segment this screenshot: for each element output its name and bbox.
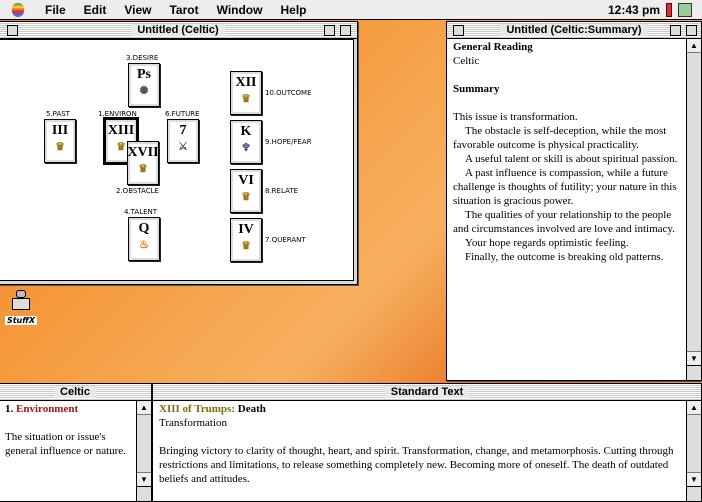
zoom-box-icon[interactable] xyxy=(324,25,335,36)
desktop-icon-label: StuffX xyxy=(4,316,38,325)
crown-icon: ♛ xyxy=(241,191,251,203)
celtic-position-text[interactable]: 1. Environment The situation or issue's … xyxy=(5,402,133,485)
card-desire[interactable]: Ps ✺ xyxy=(128,63,160,107)
label-hopefear: 9.HOPE/FEAR xyxy=(265,138,312,146)
close-box-icon[interactable] xyxy=(7,25,18,36)
label-past: 5.PAST xyxy=(46,110,70,118)
celtic-window-title: Celtic xyxy=(54,386,96,398)
position-description: The situation or issue's general influen… xyxy=(5,431,126,457)
label-obstacle: 2.OBSTACLE xyxy=(116,187,159,195)
wand-icon: ♨ xyxy=(139,239,149,251)
summary-section-title: Summary xyxy=(453,83,500,95)
resize-grip-icon[interactable] xyxy=(686,365,701,380)
pentacle-icon: ✺ xyxy=(139,85,149,97)
card-outcome[interactable]: XII ♛ xyxy=(230,71,262,115)
celtic-scrollbar[interactable]: ▲ ▼ xyxy=(136,401,151,486)
standard-window-title: Standard Text xyxy=(384,386,470,398)
menu-edit[interactable]: Edit xyxy=(75,3,116,17)
scroll-down-arrow-icon[interactable]: ▼ xyxy=(137,472,151,486)
spread-canvas: 3.DESIRE 5.PAST 1.ENVIRON 6.FUTURE 2.OBS… xyxy=(0,39,354,281)
card-future[interactable]: 7 ⚔ xyxy=(167,119,199,163)
menu-tarot[interactable]: Tarot xyxy=(160,3,207,17)
card-keyword: Transformation xyxy=(159,417,228,429)
stuffx-desktop-icon[interactable]: StuffX xyxy=(2,290,40,326)
summary-subheading: Celtic xyxy=(453,55,480,67)
position-name: Environment xyxy=(16,403,79,415)
menu-bar: File Edit View Tarot Window Help 12:43 p… xyxy=(0,0,702,20)
resize-grip-icon[interactable] xyxy=(686,486,701,501)
crown-icon: ♛ xyxy=(138,163,148,175)
card-past[interactable]: III ♛ xyxy=(44,119,76,163)
crown-icon: ♛ xyxy=(116,141,126,153)
standard-text[interactable]: XIII of Trumps: Death Transformation Bri… xyxy=(159,402,683,485)
summary-heading: General Reading xyxy=(453,41,533,53)
label-future: 6.FUTURE xyxy=(165,110,200,118)
scroll-down-arrow-icon[interactable]: ▼ xyxy=(687,472,701,486)
zoom-box-icon[interactable] xyxy=(670,25,681,36)
card-querant[interactable]: IV ♛ xyxy=(230,218,262,262)
label-environ: 1.ENVIRON xyxy=(98,110,137,118)
spread-window-title: Untitled (Celtic) xyxy=(131,24,225,36)
crown-icon: ♛ xyxy=(241,240,251,252)
summary-scrollbar[interactable]: ▲ ▼ xyxy=(686,39,701,365)
label-talent: 4.TALENT xyxy=(124,208,158,216)
label-desire: 3.DESIRE xyxy=(126,54,159,62)
spread-window: Untitled (Celtic) 3.DESIRE 5.PAST 1.ENVI… xyxy=(0,21,358,285)
standard-scrollbar[interactable]: ▲ ▼ xyxy=(686,401,701,486)
card-relate[interactable]: VI ♛ xyxy=(230,169,262,213)
card-description: Bringing victory to clarity of thought, … xyxy=(159,445,674,485)
card-title: Death xyxy=(237,403,266,415)
summary-paragraph: Finally, the outcome is breaking old pat… xyxy=(465,251,664,263)
summary-titlebar[interactable]: Untitled (Celtic:Summary) xyxy=(447,22,701,39)
standard-text-window: Standard Text XIII of Trumps: Death Tran… xyxy=(152,383,702,502)
menu-window[interactable]: Window xyxy=(208,3,272,17)
crown-icon: ♛ xyxy=(241,93,251,105)
summary-window-title: Untitled (Celtic:Summary) xyxy=(500,24,648,36)
summary-paragraph: This issue is transformation. xyxy=(453,111,578,123)
resize-grip-icon[interactable] xyxy=(136,486,151,501)
scroll-up-arrow-icon[interactable]: ▲ xyxy=(137,401,151,415)
spread-titlebar[interactable]: Untitled (Celtic) xyxy=(0,22,357,39)
summary-paragraph: The qualities of your relationship to th… xyxy=(453,209,675,235)
battery-icon xyxy=(666,2,672,17)
menu-file[interactable]: File xyxy=(36,3,75,17)
apple-menu-icon[interactable] xyxy=(0,2,36,17)
compressor-icon xyxy=(9,290,33,312)
crown-icon: ♛ xyxy=(55,141,65,153)
label-outcome: 10.OUTCOME xyxy=(265,89,312,97)
label-relate: 8.RELATE xyxy=(265,187,298,195)
collapse-box-icon[interactable] xyxy=(686,25,697,36)
summary-paragraph: A past influence is compassion, while a … xyxy=(453,167,677,207)
application-menu-icon[interactable] xyxy=(678,2,692,17)
scroll-up-arrow-icon[interactable]: ▲ xyxy=(687,401,701,415)
close-box-icon[interactable] xyxy=(453,25,464,36)
menu-view[interactable]: View xyxy=(115,3,160,17)
card-talent[interactable]: Q ♨ xyxy=(128,217,160,261)
position-number: 1. xyxy=(5,403,14,415)
summary-paragraph: The obstacle is self-deception, while th… xyxy=(453,125,667,151)
summary-text[interactable]: General Reading Celtic Summary This issu… xyxy=(453,40,683,364)
card-name: XIII of Trumps: xyxy=(159,403,235,415)
scroll-down-arrow-icon[interactable]: ▼ xyxy=(687,351,701,365)
scroll-up-arrow-icon[interactable]: ▲ xyxy=(687,39,701,53)
sword-icon: ⚔ xyxy=(178,141,188,153)
summary-window: Untitled (Celtic:Summary) General Readin… xyxy=(446,21,702,381)
summary-paragraph: A useful talent or skill is about spirit… xyxy=(465,153,678,165)
menu-help[interactable]: Help xyxy=(271,3,315,17)
collapse-box-icon[interactable] xyxy=(340,25,351,36)
label-querant: 7.QUERANT xyxy=(265,236,306,244)
celtic-position-window: Celtic 1. Environment The situation or i… xyxy=(0,383,152,502)
cup-icon: ♆ xyxy=(241,142,251,154)
card-hopefear[interactable]: K ♆ xyxy=(230,120,262,164)
menubar-clock[interactable]: 12:43 pm xyxy=(608,3,660,17)
card-obstacle[interactable]: XVII ♛ xyxy=(127,141,159,185)
summary-paragraph: Your hope regards optimistic feeling. xyxy=(465,237,629,249)
standard-titlebar[interactable]: Standard Text xyxy=(153,384,701,401)
celtic-titlebar[interactable]: Celtic xyxy=(0,384,151,401)
